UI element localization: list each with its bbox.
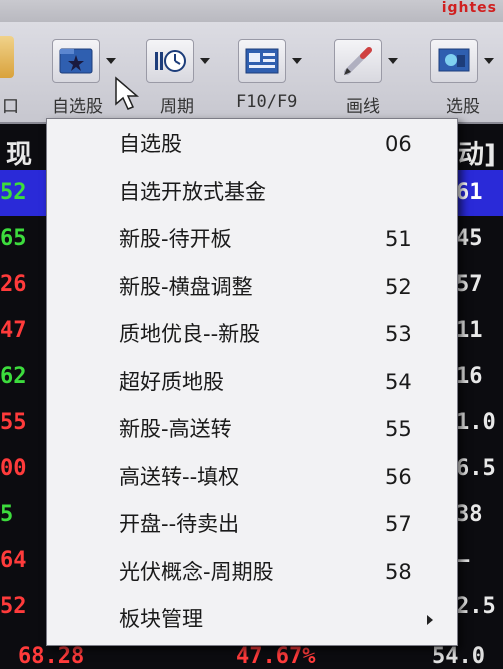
chevron-down-icon[interactable] xyxy=(106,58,116,64)
table-cell-right[interactable]: — xyxy=(456,538,503,584)
menu-item[interactable]: 自选股 06 xyxy=(47,121,457,167)
table-cell-right[interactable]: 6.5 xyxy=(456,446,503,492)
table-cell-left[interactable]: 52 xyxy=(0,584,46,630)
table-cell-right[interactable]: 11 xyxy=(456,308,503,354)
draw-line-label: 画线 xyxy=(346,97,380,117)
bottom-price-value: 68.28 xyxy=(18,644,85,669)
star-icon xyxy=(52,39,100,83)
table-cell-left[interactable]: 26 xyxy=(0,262,46,308)
table-cell-right[interactable]: 45 xyxy=(456,216,503,262)
menu-item-shortcut: 54 xyxy=(385,369,412,394)
menu-item[interactable]: 自选开放式基金 xyxy=(47,169,457,215)
table-cell-right[interactable]: 61 xyxy=(456,170,503,216)
bottom-percent-value: 47.67% xyxy=(236,644,316,669)
favorites-dropdown-menu: 自选股 06 自选开放式基金 新股-待开板 51 新股-横盘调整 52 质地优良--新股 53 超… xyxy=(46,118,458,646)
stock-screener-button[interactable] xyxy=(430,36,494,86)
menu-item-label: 开盘--待卖出 xyxy=(119,512,240,536)
menu-item-label: 自选开放式基金 xyxy=(119,179,266,204)
menu-item[interactable]: 超好质地股 54 xyxy=(47,359,457,405)
submenu-arrow-icon xyxy=(427,615,433,625)
table-cell-left[interactable]: 65 xyxy=(0,216,46,262)
menu-item-label: 超好质地股 xyxy=(119,369,224,394)
menu-item-shortcut: 51 xyxy=(385,227,412,251)
menu-item[interactable]: 开盘--待卖出 57 xyxy=(47,501,457,547)
menu-item-label: 新股-高送转 xyxy=(119,417,232,441)
table-cell-right[interactable]: 2.5 xyxy=(456,584,503,630)
bottom-right-value: 54.0 xyxy=(432,644,485,669)
menu-item[interactable]: 质地优良--新股 53 xyxy=(47,311,457,357)
f10-label: F10/F9 xyxy=(236,92,298,112)
menu-item-shortcut: 52 xyxy=(385,274,412,299)
column-header-change: 动] xyxy=(458,140,496,170)
menu-item[interactable]: 新股-待开板 51 xyxy=(47,216,457,262)
mouse-cursor-icon xyxy=(115,76,140,110)
menu-item-shortcut: 56 xyxy=(385,464,412,489)
draw-line-button[interactable] xyxy=(334,36,398,86)
table-cell-left[interactable]: 62 xyxy=(0,354,46,400)
pencil-icon xyxy=(334,39,382,83)
table-cell-right[interactable]: 57 xyxy=(456,262,503,308)
period-button[interactable] xyxy=(146,36,210,86)
table-cell-right[interactable]: 16 xyxy=(456,354,503,400)
chevron-down-icon[interactable] xyxy=(388,58,398,64)
menu-item-label: 光伏概念-周期股 xyxy=(119,559,274,584)
toolbar: 口 自选股 周期 F10/F9 画线 选股 xyxy=(0,22,503,124)
table-cell-right[interactable]: 1.0 xyxy=(456,400,503,446)
f10-button[interactable] xyxy=(238,36,302,86)
menu-item-label: 自选股 xyxy=(119,132,182,156)
table-cell-right[interactable]: 38 xyxy=(456,492,503,538)
table-cell-left[interactable]: 52 xyxy=(0,170,46,216)
menu-item-label: 板块管理 xyxy=(119,607,203,631)
table-cell-left[interactable]: 00 xyxy=(0,446,46,492)
menu-item-shortcut: 53 xyxy=(385,322,412,346)
menu-item-label: 新股-横盘调整 xyxy=(119,274,253,299)
table-cell-left[interactable]: 5 xyxy=(0,492,46,538)
menu-item-label: 新股-待开板 xyxy=(119,227,232,251)
toolbar-stub-button[interactable] xyxy=(0,36,14,78)
favorites-label: 自选股 xyxy=(52,97,103,117)
menu-item-shortcut: 57 xyxy=(385,512,412,536)
column-header-price: 现 xyxy=(6,140,33,170)
screen-icon xyxy=(430,39,478,83)
favorites-button[interactable] xyxy=(52,36,116,86)
toolbar-stub-label: 口 xyxy=(2,97,19,117)
title-strip: ightes xyxy=(0,0,503,22)
chevron-down-icon[interactable] xyxy=(292,58,302,64)
menu-item[interactable]: 板块管理 xyxy=(47,596,457,642)
period-label: 周期 xyxy=(160,97,194,117)
menu-item-label: 质地优良--新股 xyxy=(119,322,261,346)
menu-item[interactable]: 高送转--填权 56 xyxy=(47,454,457,500)
chevron-down-icon[interactable] xyxy=(200,58,210,64)
brand-logo-text: ightes xyxy=(441,0,497,16)
clock-icon xyxy=(146,39,194,83)
table-cell-left[interactable]: 47 xyxy=(0,308,46,354)
menu-item-shortcut: 58 xyxy=(385,559,412,584)
menu-item[interactable]: 光伏概念-周期股 58 xyxy=(47,549,457,595)
table-cell-left[interactable]: 64 xyxy=(0,538,46,584)
table-cell-left[interactable]: 55 xyxy=(0,400,46,446)
info-card-icon xyxy=(238,39,286,83)
menu-item-shortcut: 06 xyxy=(385,132,412,156)
menu-item-shortcut: 55 xyxy=(385,417,412,441)
menu-item[interactable]: 新股-横盘调整 52 xyxy=(47,264,457,310)
menu-item[interactable]: 新股-高送转 55 xyxy=(47,406,457,452)
stock-screener-label: 选股 xyxy=(446,97,480,117)
chevron-down-icon[interactable] xyxy=(484,58,494,64)
menu-item-label: 高送转--填权 xyxy=(119,464,240,489)
